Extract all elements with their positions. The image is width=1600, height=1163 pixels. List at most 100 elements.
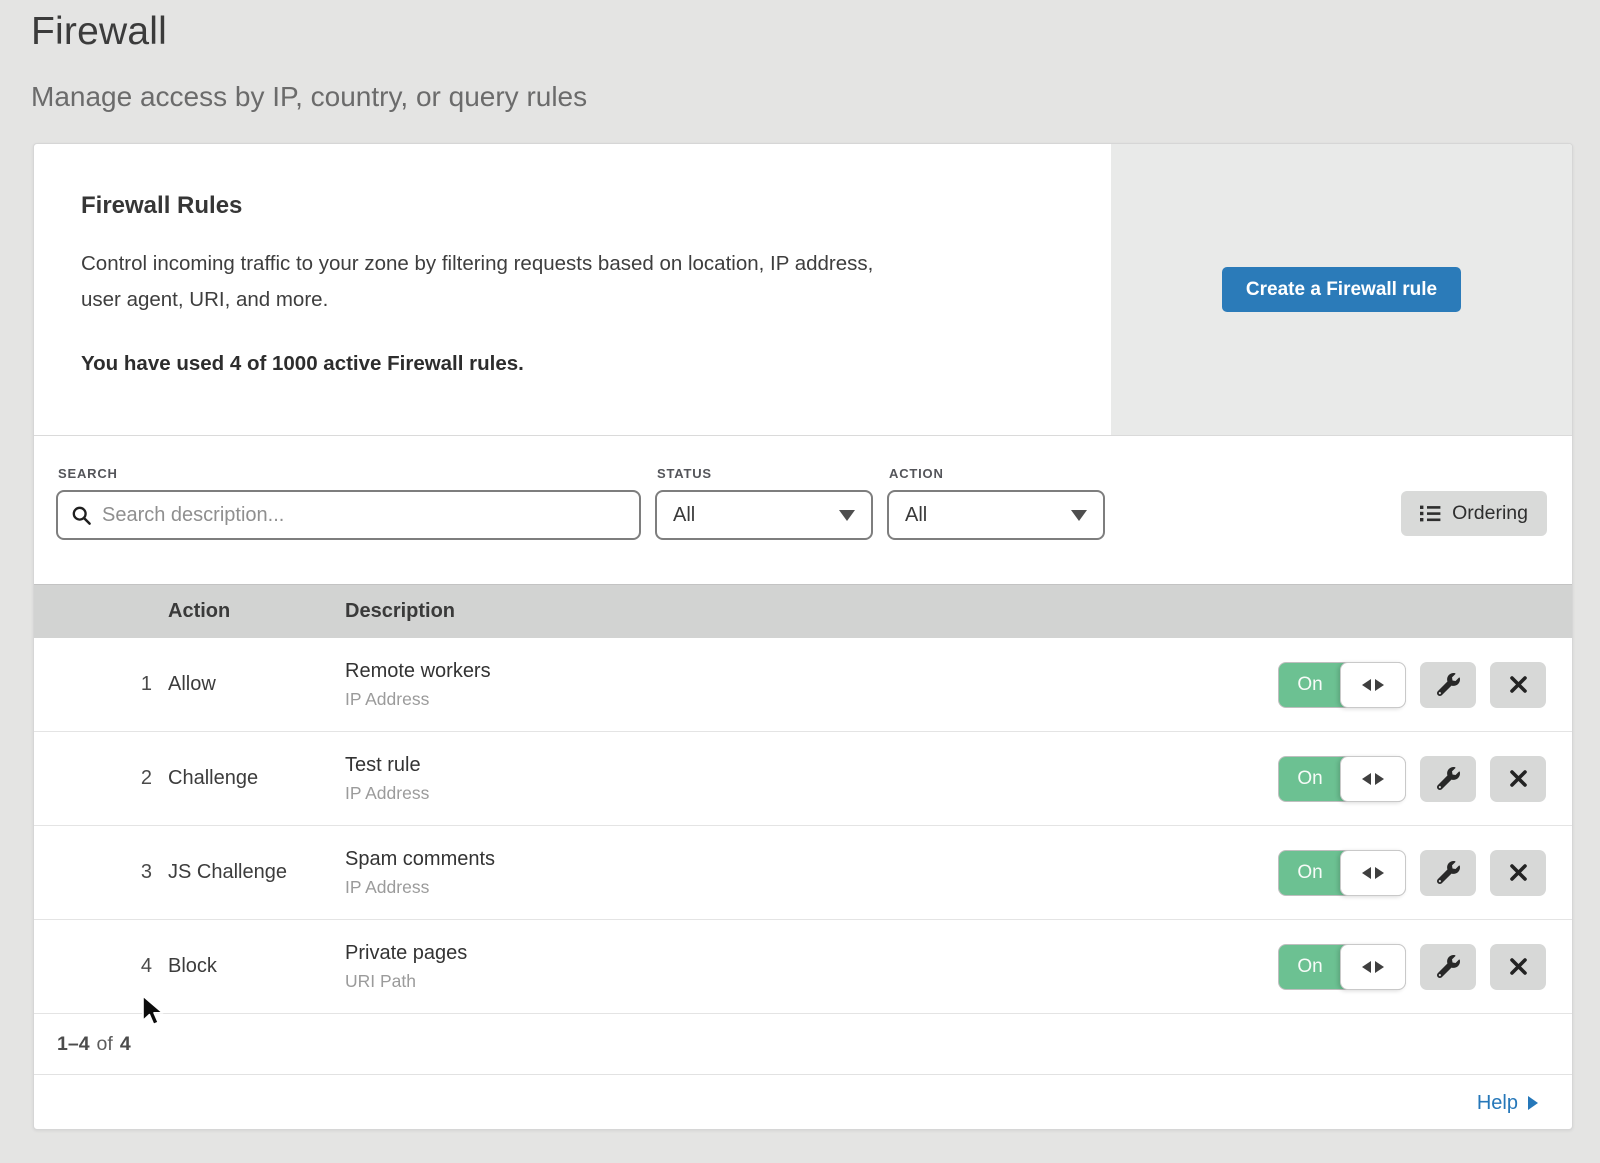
rules-description-line1: Control incoming traffic to your zone by… xyxy=(81,252,873,275)
rule-index: 1 xyxy=(34,673,168,696)
rule-match-type: URI Path xyxy=(345,971,1278,992)
rule-action: JS Challenge xyxy=(168,861,345,884)
wrench-icon xyxy=(1437,861,1460,884)
page-title: Firewall xyxy=(31,10,1600,54)
rule-description-cell: Test rule IP Address xyxy=(345,754,1278,804)
toggle-knob[interactable] xyxy=(1340,850,1406,896)
toggle-left-arrow-icon xyxy=(1362,679,1371,691)
toggle-right-arrow-icon xyxy=(1375,679,1384,691)
toggle-on-label: On xyxy=(1279,945,1341,989)
action-select[interactable]: All xyxy=(887,490,1105,540)
pagination-separator: of xyxy=(97,1033,113,1056)
table-row: 4 Block Private pages URI Path On xyxy=(34,920,1572,1014)
edit-rule-button[interactable] xyxy=(1420,756,1476,802)
table-header: Action Description xyxy=(34,584,1572,638)
toggle-left-arrow-icon xyxy=(1362,961,1371,973)
status-select-value: All xyxy=(673,504,695,527)
rule-controls: On xyxy=(1278,850,1572,896)
table-row: 2 Challenge Test rule IP Address On xyxy=(34,732,1572,826)
rule-description-cell: Spam comments IP Address xyxy=(345,848,1278,898)
status-select[interactable]: All xyxy=(655,490,873,540)
rule-description: Remote workers xyxy=(345,660,1278,683)
toggle-on-label: On xyxy=(1279,663,1341,707)
search-icon xyxy=(71,505,92,526)
rule-description: Private pages xyxy=(345,942,1278,965)
edit-rule-button[interactable] xyxy=(1420,850,1476,896)
rule-index: 4 xyxy=(34,955,168,978)
rule-toggle[interactable]: On xyxy=(1278,944,1406,990)
toggle-right-arrow-icon xyxy=(1375,961,1384,973)
firewall-rules-card: Firewall Rules Control incoming traffic … xyxy=(33,143,1573,1130)
pagination: 1–4 of 4 xyxy=(34,1014,1572,1075)
create-firewall-rule-button[interactable]: Create a Firewall rule xyxy=(1222,267,1461,312)
edit-rule-button[interactable] xyxy=(1420,662,1476,708)
help-arrow-icon xyxy=(1528,1096,1538,1110)
rule-toggle[interactable]: On xyxy=(1278,662,1406,708)
search-label: SEARCH xyxy=(58,466,641,481)
toggle-left-arrow-icon xyxy=(1362,773,1371,785)
intro-text-panel: Firewall Rules Control incoming traffic … xyxy=(34,144,1111,435)
search-input[interactable] xyxy=(102,504,626,527)
status-group: STATUS All xyxy=(655,466,873,540)
rules-description-line2: user agent, URI, and more. xyxy=(81,288,328,311)
rule-action: Allow xyxy=(168,673,345,696)
rules-usage-count: You have used 4 of 1000 active Firewall … xyxy=(81,352,1051,376)
page-header: Firewall Manage access by IP, country, o… xyxy=(0,0,1600,113)
chevron-down-icon xyxy=(839,510,855,521)
action-group: ACTION All xyxy=(887,466,1105,540)
rule-description: Test rule xyxy=(345,754,1278,777)
delete-rule-button[interactable] xyxy=(1490,850,1546,896)
rule-description-cell: Private pages URI Path xyxy=(345,942,1278,992)
ordering-list-icon xyxy=(1420,505,1441,522)
page-subtitle: Manage access by IP, country, or query r… xyxy=(31,81,1600,113)
rule-controls: On xyxy=(1278,944,1572,990)
rule-match-type: IP Address xyxy=(345,689,1278,710)
ordering-button[interactable]: Ordering xyxy=(1401,491,1547,536)
close-icon xyxy=(1509,957,1528,976)
help-link-label: Help xyxy=(1477,1092,1518,1115)
rule-action: Challenge xyxy=(168,767,345,790)
intro-section: Firewall Rules Control incoming traffic … xyxy=(34,144,1572,436)
rule-controls: On xyxy=(1278,662,1572,708)
help-link[interactable]: Help xyxy=(1477,1092,1538,1115)
rule-description: Spam comments xyxy=(345,848,1278,871)
toggle-knob[interactable] xyxy=(1340,662,1406,708)
table-row: 3 JS Challenge Spam comments IP Address … xyxy=(34,826,1572,920)
close-icon xyxy=(1509,675,1528,694)
column-description: Description xyxy=(345,600,1572,623)
rule-description-cell: Remote workers IP Address xyxy=(345,660,1278,710)
toggle-on-label: On xyxy=(1279,851,1341,895)
wrench-icon xyxy=(1437,767,1460,790)
rule-index: 3 xyxy=(34,861,168,884)
rules-heading: Firewall Rules xyxy=(81,192,1051,220)
rule-match-type: IP Address xyxy=(345,877,1278,898)
toggle-knob[interactable] xyxy=(1340,944,1406,990)
toggle-right-arrow-icon xyxy=(1375,867,1384,879)
rule-index: 2 xyxy=(34,767,168,790)
toggle-right-arrow-icon xyxy=(1375,773,1384,785)
rule-toggle[interactable]: On xyxy=(1278,756,1406,802)
column-action: Action xyxy=(168,600,345,623)
rules-table-body: 1 Allow Remote workers IP Address On xyxy=(34,638,1572,1014)
toggle-left-arrow-icon xyxy=(1362,867,1371,879)
table-row: 1 Allow Remote workers IP Address On xyxy=(34,638,1572,732)
rules-description: Control incoming traffic to your zone by… xyxy=(81,246,1051,318)
card-footer: Help xyxy=(34,1075,1572,1130)
filter-section: SEARCH STATUS All ACTION All xyxy=(34,436,1572,584)
delete-rule-button[interactable] xyxy=(1490,756,1546,802)
rule-toggle[interactable]: On xyxy=(1278,850,1406,896)
rule-match-type: IP Address xyxy=(345,783,1278,804)
pagination-range: 1–4 xyxy=(57,1033,90,1056)
delete-rule-button[interactable] xyxy=(1490,662,1546,708)
close-icon xyxy=(1509,863,1528,882)
wrench-icon xyxy=(1437,955,1460,978)
chevron-down-icon xyxy=(1071,510,1087,521)
rule-action: Block xyxy=(168,955,345,978)
rule-controls: On xyxy=(1278,756,1572,802)
search-box xyxy=(56,490,641,540)
action-select-value: All xyxy=(905,504,927,527)
delete-rule-button[interactable] xyxy=(1490,944,1546,990)
status-label: STATUS xyxy=(657,466,873,481)
edit-rule-button[interactable] xyxy=(1420,944,1476,990)
toggle-knob[interactable] xyxy=(1340,756,1406,802)
